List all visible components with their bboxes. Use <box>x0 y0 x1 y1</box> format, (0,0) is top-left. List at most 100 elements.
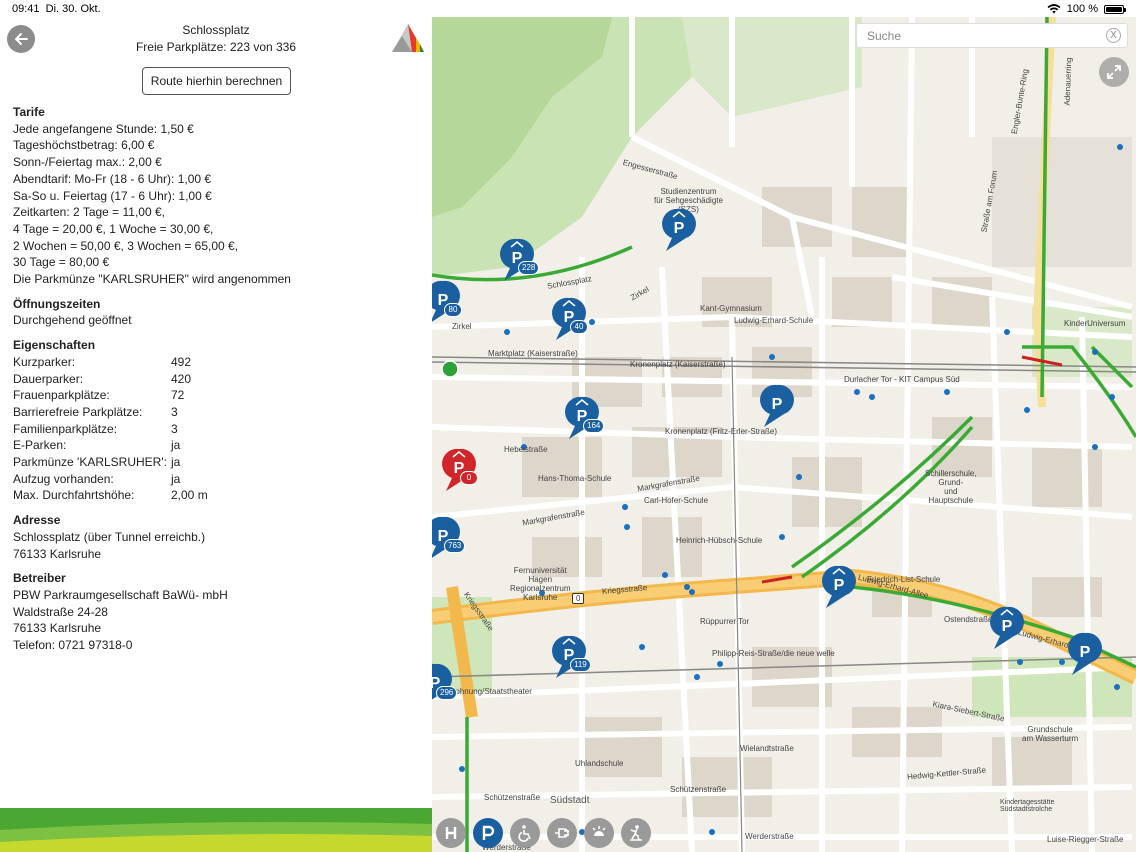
back-button[interactable] <box>7 25 35 53</box>
parking-pin[interactable]: P <box>760 383 794 429</box>
parking-pin-full[interactable]: P 0 <box>442 447 478 493</box>
map-label: Wohnung/Staatstheater <box>448 687 532 696</box>
calculate-route-button[interactable]: Route hierhin berechnen <box>142 67 291 95</box>
parking-pin[interactable]: P 296 <box>432 662 458 708</box>
parking-pin[interactable]: P 119 <box>552 634 591 680</box>
map-label: Carl-Hofer-Schule <box>644 496 709 505</box>
map-label: Kronenplatz (Kaiserstraße) <box>630 360 726 369</box>
tarif-line: Die Parkmünze "KARLSRUHER" wird angenomm… <box>13 272 291 287</box>
battery-percent: 100 % <box>1066 3 1098 15</box>
map-label: Schützenstraße <box>670 785 727 794</box>
free-spaces-subtitle: Freie Parkplätze: 223 von 336 <box>135 40 297 54</box>
parking-marker-icon: P <box>432 663 452 700</box>
opening-hours-heading: Öffnungszeiten <box>13 296 101 311</box>
map-label: Hans-Thoma-Schule <box>538 474 612 483</box>
filter-accessible-button[interactable] <box>510 818 540 848</box>
construction-worker-icon <box>630 825 642 841</box>
parking-marker-icon: P <box>1068 632 1102 675</box>
map-label: Schützenstraße <box>484 793 541 802</box>
tarife-list: Jede angefangene Stunde: 1,50 € Tageshöc… <box>13 121 423 288</box>
status-bar: 09:41 Di. 30. Okt. 100 % <box>0 0 1136 18</box>
map-label: Grundschule am Wasserturm <box>1022 725 1079 743</box>
svg-text:P: P <box>834 577 845 594</box>
tarif-line: 30 Tage = 80,00 € <box>13 255 110 270</box>
property-row: Familienparkplätze: 3 <box>13 421 178 436</box>
operator-line: PBW Parkraumgesellschaft BaWü- mbH <box>13 587 228 602</box>
map-label: Südstadt <box>550 795 590 806</box>
parking-pin[interactable]: P 763 <box>432 515 466 561</box>
map-label: Uhlandschule <box>575 759 624 768</box>
operator-line: 76133 Karlsruhe <box>13 621 102 636</box>
svg-text:P: P <box>674 220 685 237</box>
free-spaces-badge: 80 <box>444 303 462 317</box>
map-label: Hebelstraße <box>504 445 548 454</box>
fullscreen-button[interactable] <box>1099 57 1129 87</box>
tarif-line: Zeitkarten: 2 Tage = 11,00 €, <box>13 205 165 220</box>
parking-pin[interactable]: P <box>662 207 696 253</box>
opening-hours-value: Durchgehend geöffnet <box>13 313 132 328</box>
battery-icon <box>1104 4 1126 14</box>
parking-marker-icon: P <box>432 280 460 322</box>
map-search-input[interactable]: Suche X <box>856 23 1128 48</box>
map-label: 0 <box>572 593 585 604</box>
parking-marker-icon: P <box>432 516 460 558</box>
svg-text:P: P <box>1080 644 1091 661</box>
properties-heading: Eigenschaften <box>13 338 96 353</box>
property-row: Aufzug vorhanden: ja <box>13 471 181 486</box>
detail-header: Schlossplatz Freie Parkplätze: 223 von 3… <box>60 22 372 56</box>
map-view[interactable]: Schlossplatz Zirkel Zirkel Marktplatz (K… <box>432 17 1136 852</box>
parking-pin[interactable]: P 40 <box>552 296 588 342</box>
tarif-line: Abendtarif: Mo-Fr (18 - 6 Uhr): 1,00 € <box>13 171 212 186</box>
map-label: Fernuniversität Hagen Regionalzentrum Ka… <box>510 566 571 602</box>
filter-construction-button[interactable] <box>621 818 651 848</box>
address-line: Schlossplatz (über Tunnel erreichb.) <box>13 529 206 544</box>
tarif-line: 4 Tage = 20,00 €, 1 Woche = 30,00 €, <box>13 221 214 236</box>
clear-search-icon[interactable]: X <box>1106 28 1121 43</box>
filter-lighting-button[interactable] <box>584 818 614 848</box>
parking-marker-icon: P <box>662 208 696 251</box>
parking-marker-icon: P <box>552 297 586 340</box>
address-heading: Adresse <box>13 513 61 528</box>
parking-pin[interactable]: P <box>990 605 1024 651</box>
map-label: Werderstraße <box>745 832 794 841</box>
svg-text:P: P <box>1002 618 1013 635</box>
tarif-line: 2 Wochen = 50,00 €, 3 Wochen = 65,00 €, <box>13 238 239 253</box>
map-label: Adenauerring <box>1062 57 1074 106</box>
filter-hotel-button[interactable] <box>436 818 466 848</box>
free-spaces-badge: 763 <box>444 539 466 553</box>
page-title: Schlossplatz <box>182 23 250 37</box>
map-label: Schillerschule, Grund- und Hauptschule <box>925 469 977 505</box>
parking-pin[interactable]: P 80 <box>432 279 462 325</box>
expand-icon <box>1107 65 1121 79</box>
property-row: Kurzparker: 492 <box>13 354 192 369</box>
tarif-line: Tageshöchstbetrag: 6,00 € <box>13 138 155 153</box>
parking-details: Tarife Jede angefangene Stunde: 1,50 € T… <box>13 104 423 654</box>
operator-phone[interactable]: Telefon: 0721 97318-0 <box>13 637 423 654</box>
map-label: KinderUniversum <box>1064 319 1126 328</box>
filter-parking-button[interactable] <box>473 818 503 848</box>
free-spaces-badge: 0 <box>460 471 478 485</box>
lamp-icon <box>592 826 606 836</box>
arrow-left-icon <box>15 33 28 45</box>
parking-pin[interactable]: P 164 <box>565 395 605 441</box>
letter-h-icon <box>445 827 457 839</box>
status-time-date: 09:41 Di. 30. Okt. <box>12 3 101 15</box>
map-label: Kant-Gymnasium <box>700 304 762 313</box>
parking-pin[interactable]: P <box>822 564 856 610</box>
parking-marker-icon: P <box>990 606 1024 649</box>
map-label: Marktplatz (Kaiserstraße) <box>488 349 578 358</box>
map-label: Luise-Riegger-Straße <box>1047 835 1124 844</box>
tarife-heading: Tarife <box>13 105 45 119</box>
decorative-swoosh <box>0 808 432 852</box>
parking-pin[interactable]: P <box>1068 631 1102 677</box>
map-label: Durlacher Tor - KIT Campus Süd <box>844 375 960 384</box>
property-row: Barrierefreie Parkplätze: 3 <box>13 404 178 419</box>
property-row: E-Parken: ja <box>13 438 181 453</box>
address-line: 76133 Karlsruhe <box>13 546 102 561</box>
parking-pin[interactable]: P 228 <box>500 237 540 283</box>
filter-ev-charging-button[interactable] <box>547 818 577 848</box>
map-label: Heinrich-Hübsch-Schule <box>676 536 763 545</box>
tarif-line: Jede angefangene Stunde: 1,50 € <box>13 121 194 136</box>
map-label: Rüppurrer Tor <box>700 617 750 626</box>
property-row: Parkmünze 'KARLSRUHER': ja <box>13 455 181 470</box>
